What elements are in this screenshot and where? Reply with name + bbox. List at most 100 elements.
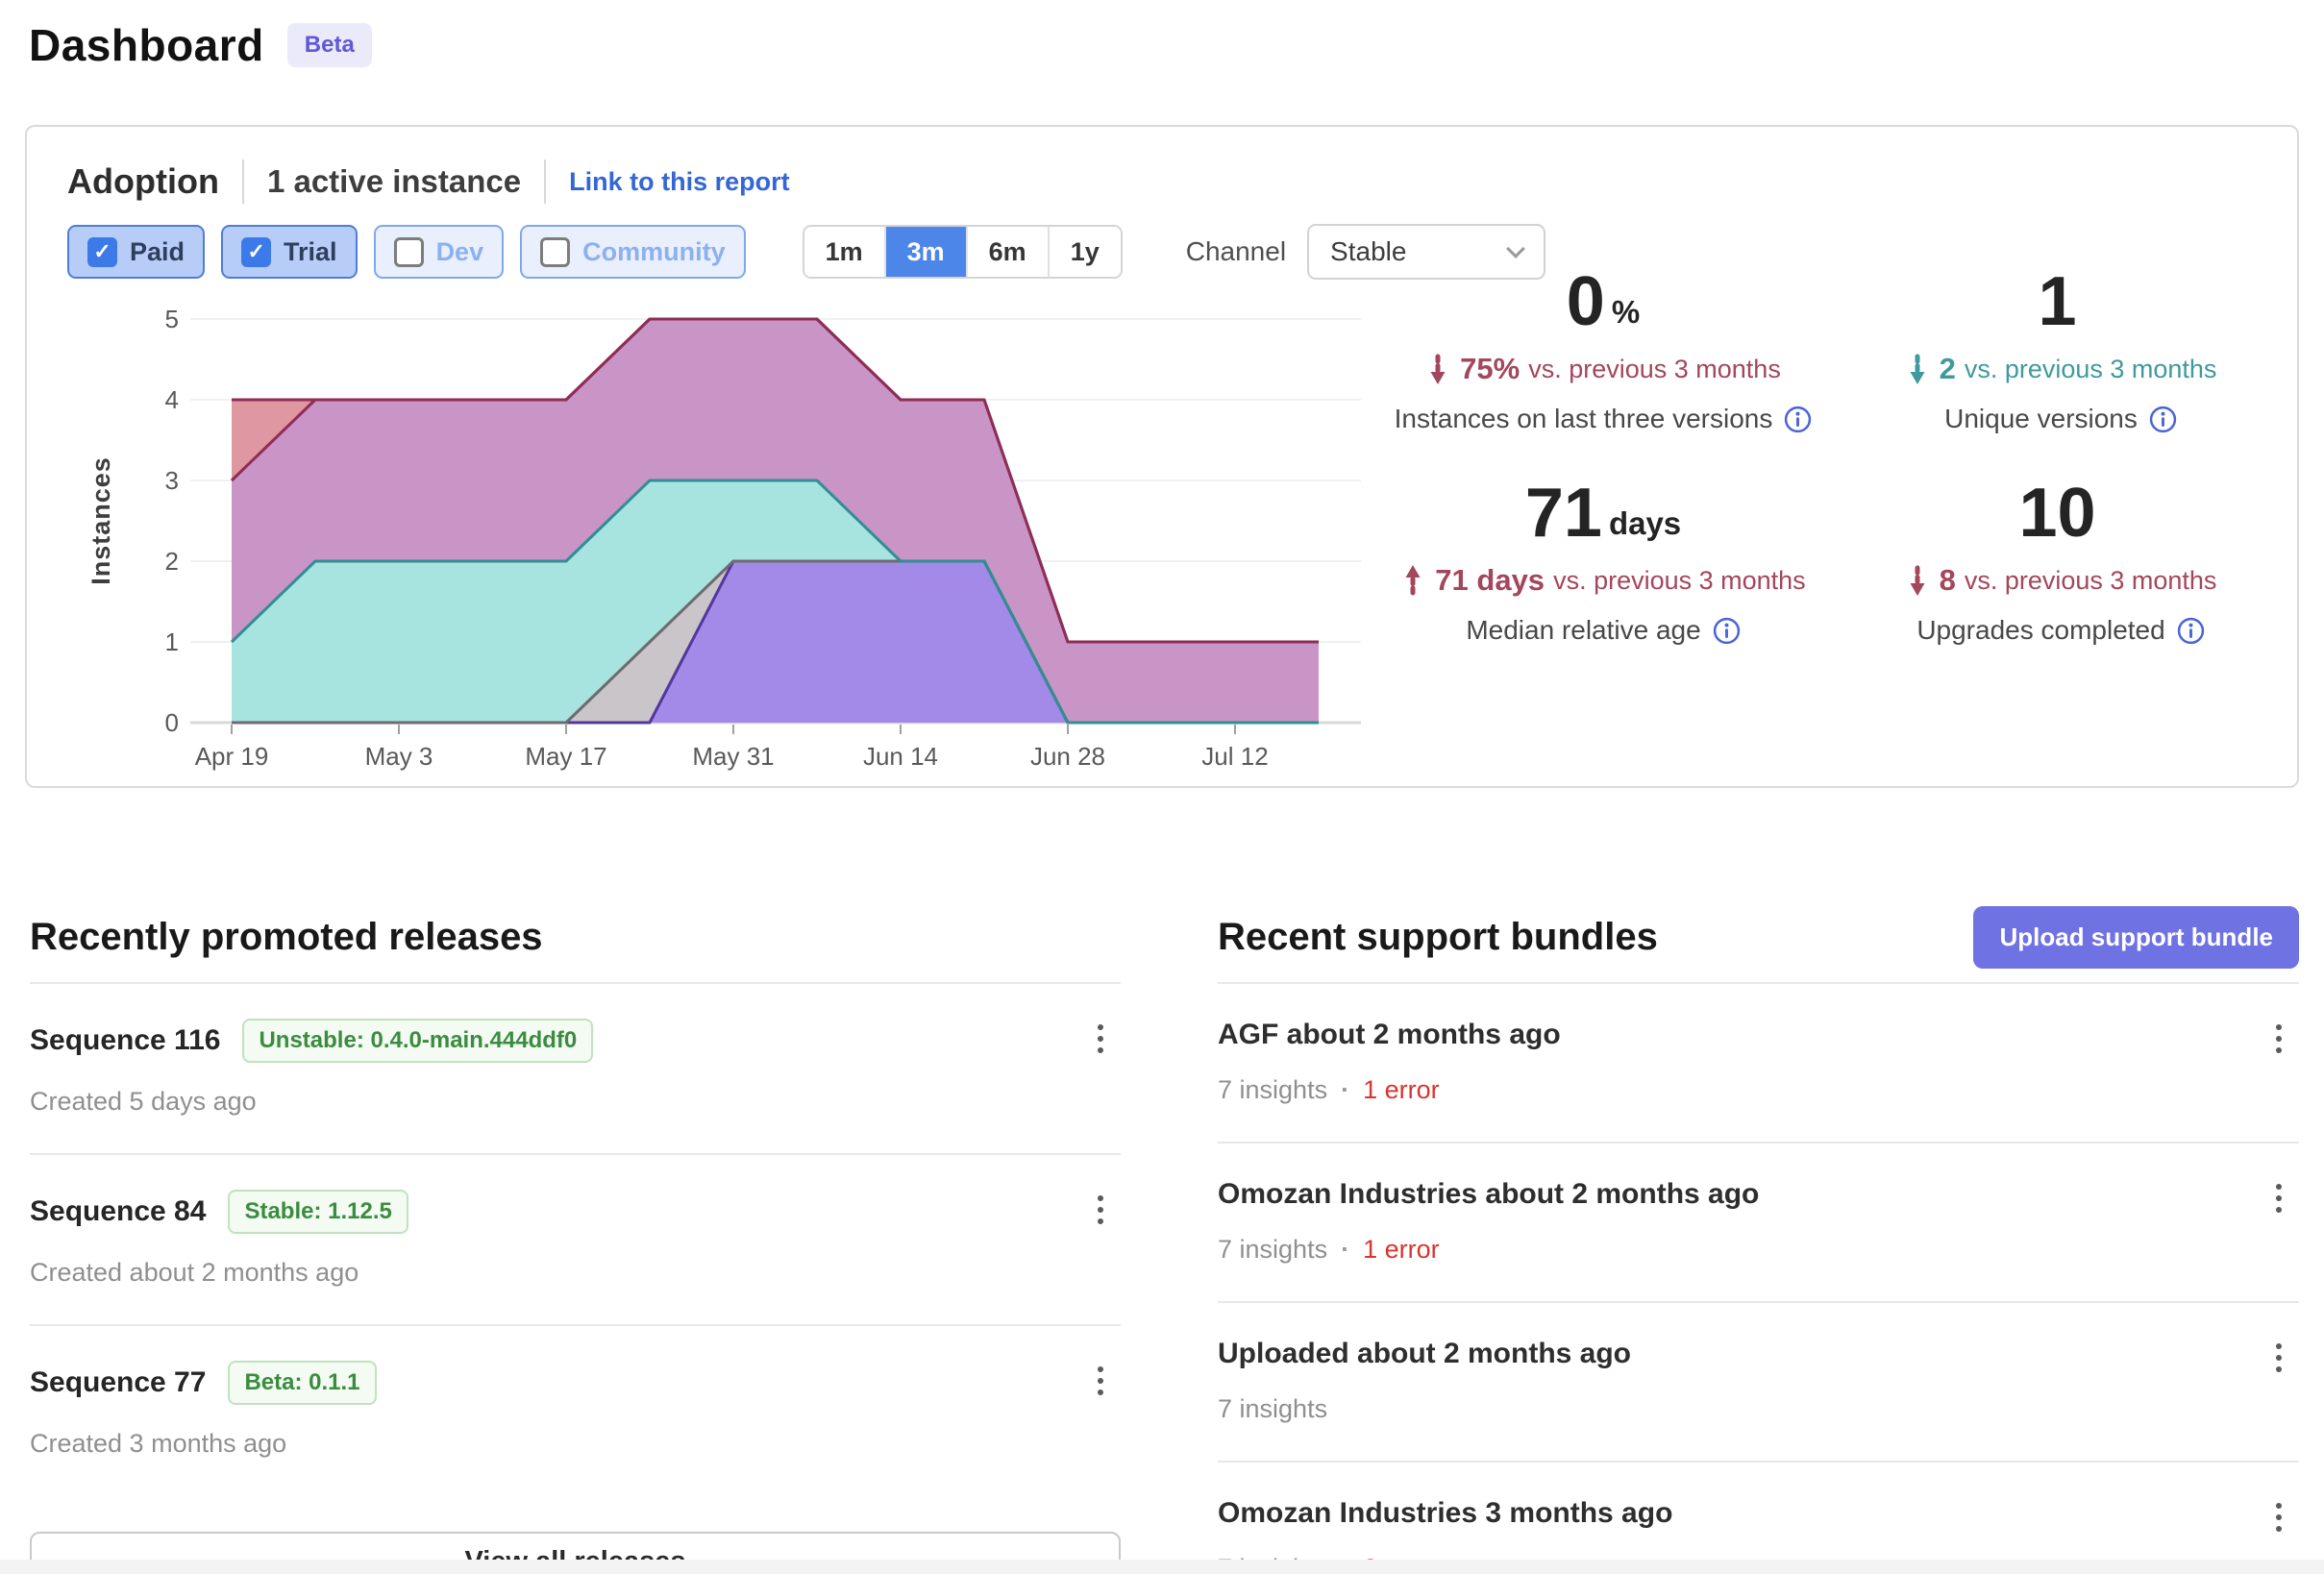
bundle-insights: 7 insights <box>1218 1235 1327 1265</box>
adoption-title: Adoption <box>67 161 219 202</box>
stat-median-relative-age: 71 days 71 days vs. previous 3 months Me… <box>1374 479 1832 646</box>
stat-label: Instances on last three versions <box>1374 404 1832 434</box>
active-instance-count: 1 active instance <box>267 163 521 200</box>
stat-delta: 75% vs. previous 3 months <box>1374 352 1832 386</box>
beta-badge: Beta <box>287 23 372 67</box>
adoption-chart-wrap: 0 1 2 3 4 5 Apr 19 May 3 May 17 May 31 Jun 14 Jun 2… <box>83 290 1390 787</box>
stat-instances-last-three-versions: 0 % 75% vs. previous 3 months Instances … <box>1374 267 1832 434</box>
release-row: Sequence 84 Stable: 1.12.5 Created about… <box>30 1155 1121 1326</box>
adoption-stats: 0 % 75% vs. previous 3 months Instances … <box>1374 267 2289 646</box>
bundle-row: AGF about 2 months ago 7 insights · 1 er… <box>1218 984 2299 1144</box>
release-title: Sequence 84 <box>30 1195 206 1228</box>
stat-delta: 8 vs. previous 3 months <box>1832 563 2289 598</box>
release-version-badge: Beta: 0.1.1 <box>228 1361 376 1405</box>
bundles-header: Recent support bundles Upload support bu… <box>1218 907 2299 967</box>
range-6m[interactable]: 6m <box>966 227 1048 277</box>
filter-community[interactable]: Community <box>520 225 746 279</box>
svg-text:4: 4 <box>165 385 179 414</box>
svg-text:Jul 12: Jul 12 <box>1201 742 1268 771</box>
stat-label: Unique versions <box>1832 404 2289 434</box>
bundle-title: Omozan Industries about 2 months ago <box>1218 1178 1759 1211</box>
page-title: Dashboard <box>29 19 264 71</box>
filter-trial[interactable]: ✓ Trial <box>221 225 358 279</box>
stat-delta: 2 vs. previous 3 months <box>1832 352 2289 386</box>
channel-selected-value: Stable <box>1330 236 1406 267</box>
upload-support-bundle-button[interactable]: Upload support bundle <box>1973 906 2299 969</box>
time-range-segmented-control: 1m 3m 6m 1y <box>803 225 1123 279</box>
adoption-card-header: Adoption 1 active instance Link to this … <box>67 160 790 204</box>
bundle-meta: 7 insights · 1 error <box>1218 1235 2299 1265</box>
checkbox-icon <box>394 237 424 267</box>
kebab-menu-icon[interactable] <box>2268 1495 2289 1539</box>
stat-unique-versions: 1 2 vs. previous 3 months Unique version… <box>1832 267 2289 434</box>
stat-value: 0 % <box>1374 267 1832 336</box>
stat-label: Upgrades completed <box>1832 615 2289 646</box>
bundle-meta: 7 insights · <box>1218 1394 2299 1424</box>
adoption-filters-row: ✓ Paid ✓ Trial Dev Community 1m 3m 6m 1y <box>67 224 1545 280</box>
releases-header: Recently promoted releases <box>30 907 1121 967</box>
release-created: Created about 2 months ago <box>30 1258 1121 1288</box>
svg-text:May 3: May 3 <box>365 742 433 771</box>
svg-text:May 17: May 17 <box>525 742 606 771</box>
next-row-edge <box>0 1560 2324 1574</box>
svg-text:Jun 28: Jun 28 <box>1030 742 1105 771</box>
svg-text:5: 5 <box>165 305 179 333</box>
info-icon[interactable] <box>1784 406 1812 433</box>
info-icon[interactable] <box>2149 406 2177 433</box>
bundle-row: Uploaded about 2 months ago 7 insights · <box>1218 1303 2299 1463</box>
dot-separator: · <box>1341 1075 1349 1105</box>
bundle-meta: 7 insights · 1 error <box>1218 1075 2299 1105</box>
svg-text:Instances: Instances <box>87 456 115 585</box>
kebab-menu-icon[interactable] <box>2268 1176 2289 1220</box>
info-icon[interactable] <box>1713 617 1741 645</box>
kebab-menu-icon[interactable] <box>1090 1359 1111 1403</box>
page-header: Dashboard Beta <box>29 19 372 71</box>
bundle-row: Omozan Industries about 2 months ago 7 i… <box>1218 1144 2299 1303</box>
bundle-errors: 1 error <box>1363 1235 1440 1265</box>
range-1m[interactable]: 1m <box>804 227 884 277</box>
kebab-menu-icon[interactable] <box>1090 1188 1111 1232</box>
stat-delta: 71 days vs. previous 3 months <box>1374 563 1832 598</box>
range-1y[interactable]: 1y <box>1048 227 1121 277</box>
bundle-insights: 7 insights <box>1218 1394 1327 1424</box>
releases-heading: Recently promoted releases <box>30 916 543 959</box>
release-row: Sequence 116 Unstable: 0.4.0-main.444ddf… <box>30 984 1121 1155</box>
svg-text:3: 3 <box>165 466 179 495</box>
channel-label: Channel <box>1186 236 1286 267</box>
support-bundles-section: Recent support bundles Upload support bu… <box>1218 907 2299 1574</box>
trend-arrow-icon <box>1905 564 1930 597</box>
release-title: Sequence 77 <box>30 1366 206 1399</box>
instances-stacked-area-chart: 0 1 2 3 4 5 Apr 19 May 3 May 17 May 31 Jun 14 Jun 2… <box>83 290 1390 782</box>
trend-arrow-icon <box>1905 353 1930 385</box>
link-to-report[interactable]: Link to this report <box>569 167 790 197</box>
filter-label: Dev <box>436 237 484 267</box>
stat-value: 1 <box>1832 267 2289 336</box>
kebab-menu-icon[interactable] <box>1090 1017 1111 1061</box>
range-3m[interactable]: 3m <box>884 227 966 277</box>
dot-separator: · <box>1341 1235 1349 1265</box>
svg-text:Jun 14: Jun 14 <box>863 742 938 771</box>
release-version-badge: Unstable: 0.4.0-main.444ddf0 <box>242 1019 593 1063</box>
kebab-menu-icon[interactable] <box>2268 1017 2289 1061</box>
info-icon[interactable] <box>2177 617 2205 645</box>
bundle-title: Omozan Industries 3 months ago <box>1218 1497 1672 1530</box>
kebab-menu-icon[interactable] <box>2268 1336 2289 1380</box>
release-version-badge: Stable: 1.12.5 <box>228 1190 408 1234</box>
releases-section: Recently promoted releases Sequence 116 … <box>30 907 1121 1574</box>
stat-value: 71 days <box>1374 479 1832 548</box>
svg-text:May 31: May 31 <box>692 742 774 771</box>
adoption-card: Adoption 1 active instance Link to this … <box>25 125 2299 788</box>
filter-dev[interactable]: Dev <box>374 225 505 279</box>
filter-label: Community <box>582 237 726 267</box>
svg-text:2: 2 <box>165 547 179 576</box>
release-created: Created 5 days ago <box>30 1087 1121 1117</box>
filter-label: Paid <box>130 237 185 267</box>
release-created: Created 3 months ago <box>30 1429 1121 1459</box>
filter-paid[interactable]: ✓ Paid <box>67 225 205 279</box>
svg-text:1: 1 <box>165 627 179 656</box>
stat-upgrades-completed: 10 8 vs. previous 3 months Upgrades comp… <box>1832 479 2289 646</box>
svg-text:0: 0 <box>165 708 179 737</box>
svg-text:Apr 19: Apr 19 <box>195 742 269 771</box>
stat-label: Median relative age <box>1374 615 1832 646</box>
checkbox-icon <box>540 237 570 267</box>
